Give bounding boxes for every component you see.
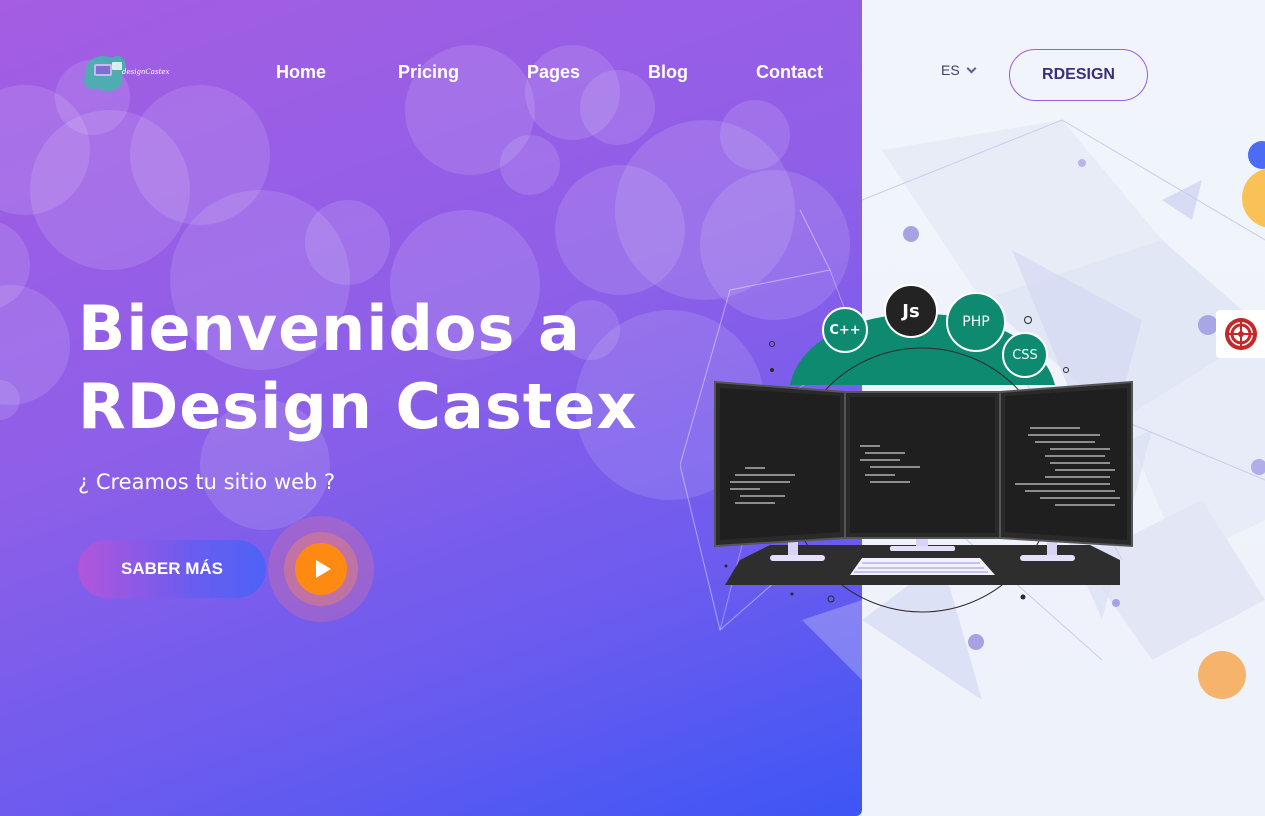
nav-item-pricing[interactable]: Pricing <box>398 62 459 83</box>
hero-title-line2: RDesign Castex <box>78 370 638 443</box>
cpp-badge: C++ <box>822 307 868 353</box>
play-button-halo <box>268 516 374 622</box>
chevron-down-icon <box>966 63 977 73</box>
logo-icon: designCastex <box>83 55 170 92</box>
rdesign-button[interactable]: RDESIGN <box>1009 49 1148 101</box>
nav-item-contact[interactable]: Contact <box>756 62 823 83</box>
nav-item-home[interactable]: Home <box>276 62 326 83</box>
play-button-ring <box>284 532 358 606</box>
gear-icon <box>1225 318 1257 350</box>
saber-mas-button[interactable]: SABER MÁS <box>78 540 266 598</box>
php-badge: PHP <box>946 292 1006 352</box>
hero-title: Bienvenidos a RDesign Castex <box>78 290 637 446</box>
svg-text:designCastex: designCastex <box>122 68 170 76</box>
language-label: ES <box>941 62 960 78</box>
hero-subtitle: ¿ Creamos tu sitio web ? <box>78 470 336 494</box>
nav-item-blog[interactable]: Blog <box>648 62 688 83</box>
nav-item-pages[interactable]: Pages <box>527 62 580 83</box>
hero-title-line1: Bienvenidos a <box>78 292 581 365</box>
monitor-setup-graphic <box>714 313 1133 613</box>
play-icon <box>315 560 331 578</box>
js-badge: Js <box>884 284 938 338</box>
language-selector[interactable]: ES <box>941 62 977 78</box>
site-logo[interactable]: designCastex <box>82 52 172 94</box>
settings-widget[interactable] <box>1216 310 1265 358</box>
css-badge: CSS <box>1002 332 1048 378</box>
developer-setup-illustration: C++ Js PHP CSS <box>700 210 1150 680</box>
play-button[interactable] <box>295 543 347 595</box>
